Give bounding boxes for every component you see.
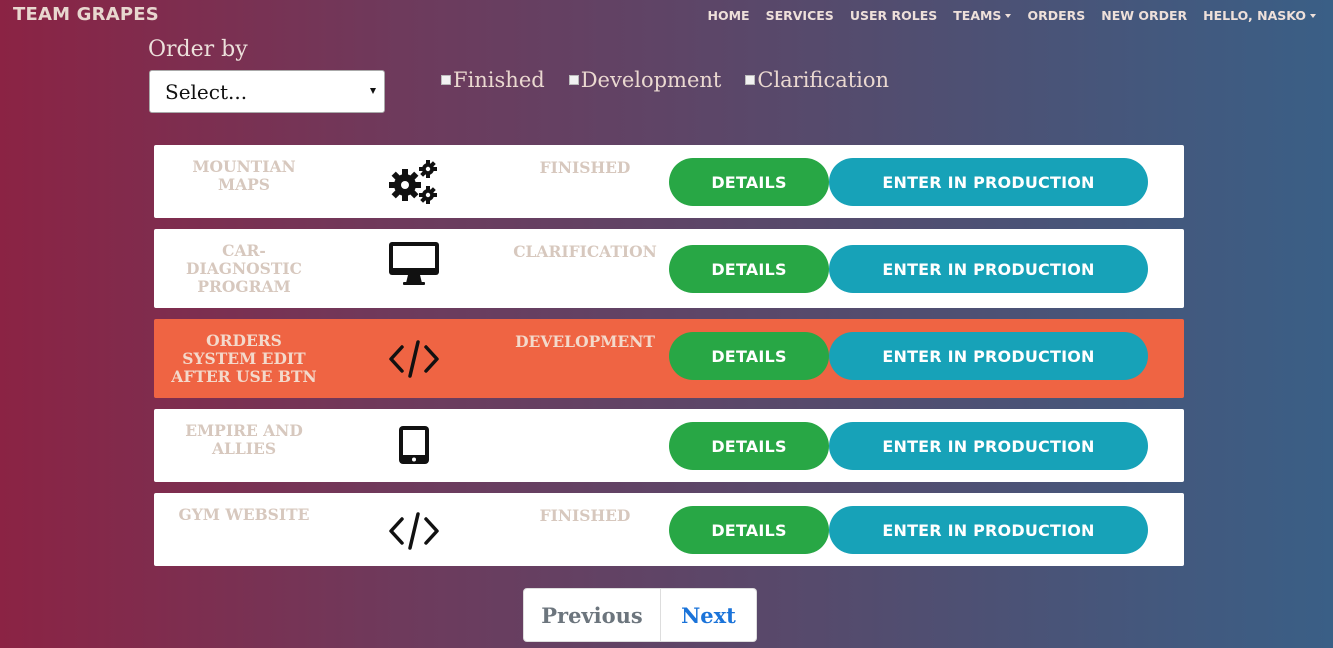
next-page-button[interactable]: Next: [661, 588, 757, 642]
enter-production-button[interactable]: ENTER IN PRODUCTION: [829, 422, 1148, 470]
order-name: CAR- DIAGNOSTIC PROGRAM: [186, 241, 302, 296]
order-by-label: Order by: [148, 37, 248, 62]
checkbox-development[interactable]: [568, 75, 579, 85]
desktop-icon: [386, 241, 442, 287]
pagination: Previous Next: [523, 588, 757, 642]
status-filters: Finished Development Clarification: [441, 68, 913, 92]
filter-finished[interactable]: Finished: [441, 68, 545, 92]
filter-development[interactable]: Development: [568, 68, 722, 92]
order-name: MOUNTIAN MAPS: [192, 157, 296, 194]
select-arrow-icon: [370, 88, 376, 94]
nav-teams-label: TEAMS: [953, 8, 1002, 23]
filter-clarification-label: Clarification: [757, 68, 890, 92]
enter-production-button[interactable]: ENTER IN PRODUCTION: [829, 158, 1148, 206]
order-by-select[interactable]: Select...: [149, 70, 385, 113]
details-button[interactable]: DETAILS: [669, 422, 829, 470]
nav-home[interactable]: HOME: [708, 8, 750, 23]
nav-user-menu[interactable]: HELLO, NASKO: [1203, 8, 1316, 23]
order-row: EMPIRE AND ALLIES DETAILS ENTER IN PRODU…: [154, 409, 1184, 482]
order-status: FINISHED: [539, 158, 631, 177]
chevron-down-icon: [1005, 13, 1012, 18]
details-button[interactable]: DETAILS: [669, 506, 829, 554]
details-button[interactable]: DETAILS: [669, 245, 829, 293]
filter-clarification[interactable]: Clarification: [745, 68, 889, 92]
nav-teams[interactable]: TEAMS: [953, 8, 1012, 23]
gears-icon: [386, 158, 442, 206]
code-icon: [386, 339, 442, 379]
nav-new-order[interactable]: NEW ORDER: [1101, 8, 1187, 23]
tablet-icon: [386, 425, 442, 465]
order-name: GYM WEBSITE: [178, 505, 310, 524]
code-icon: [386, 511, 442, 551]
order-by-select-value: Select...: [165, 79, 248, 104]
nav-services[interactable]: SERVICES: [766, 8, 834, 23]
order-row: ORDERS SYSTEM EDIT AFTER USE BTN DEVELOP…: [154, 319, 1184, 398]
chevron-down-icon: [1310, 13, 1316, 18]
nav-orders[interactable]: ORDERS: [1027, 8, 1085, 23]
order-row: GYM WEBSITE FINISHED DETAILS ENTER IN PR…: [154, 493, 1184, 566]
filter-finished-label: Finished: [453, 68, 545, 92]
nav-user-roles[interactable]: USER ROLES: [850, 8, 937, 23]
order-row: MOUNTIAN MAPS FINISHED DETAILS ENTER IN …: [154, 145, 1184, 218]
order-name: EMPIRE AND ALLIES: [185, 421, 303, 458]
order-row: CAR- DIAGNOSTIC PROGRAM CLARIFICATION DE…: [154, 229, 1184, 308]
order-name: ORDERS SYSTEM EDIT AFTER USE BTN: [171, 331, 317, 386]
enter-production-button[interactable]: ENTER IN PRODUCTION: [829, 245, 1148, 293]
filter-development-label: Development: [580, 68, 722, 92]
order-status: DEVELOPMENT: [515, 332, 655, 351]
brand-logo[interactable]: TEAM GRAPES: [13, 4, 159, 25]
checkbox-finished[interactable]: [441, 75, 451, 85]
user-greeting: HELLO, NASKO: [1203, 8, 1306, 23]
previous-page-button[interactable]: Previous: [523, 588, 661, 642]
details-button[interactable]: DETAILS: [669, 332, 829, 380]
details-button[interactable]: DETAILS: [669, 158, 829, 206]
main-nav: HOME SERVICES USER ROLES TEAMS ORDERS NE…: [692, 8, 1316, 23]
order-status: FINISHED: [539, 506, 631, 525]
order-status: CLARIFICATION: [513, 242, 657, 261]
enter-production-button[interactable]: ENTER IN PRODUCTION: [829, 332, 1148, 380]
enter-production-button[interactable]: ENTER IN PRODUCTION: [829, 506, 1148, 554]
checkbox-clarification[interactable]: [745, 75, 756, 85]
